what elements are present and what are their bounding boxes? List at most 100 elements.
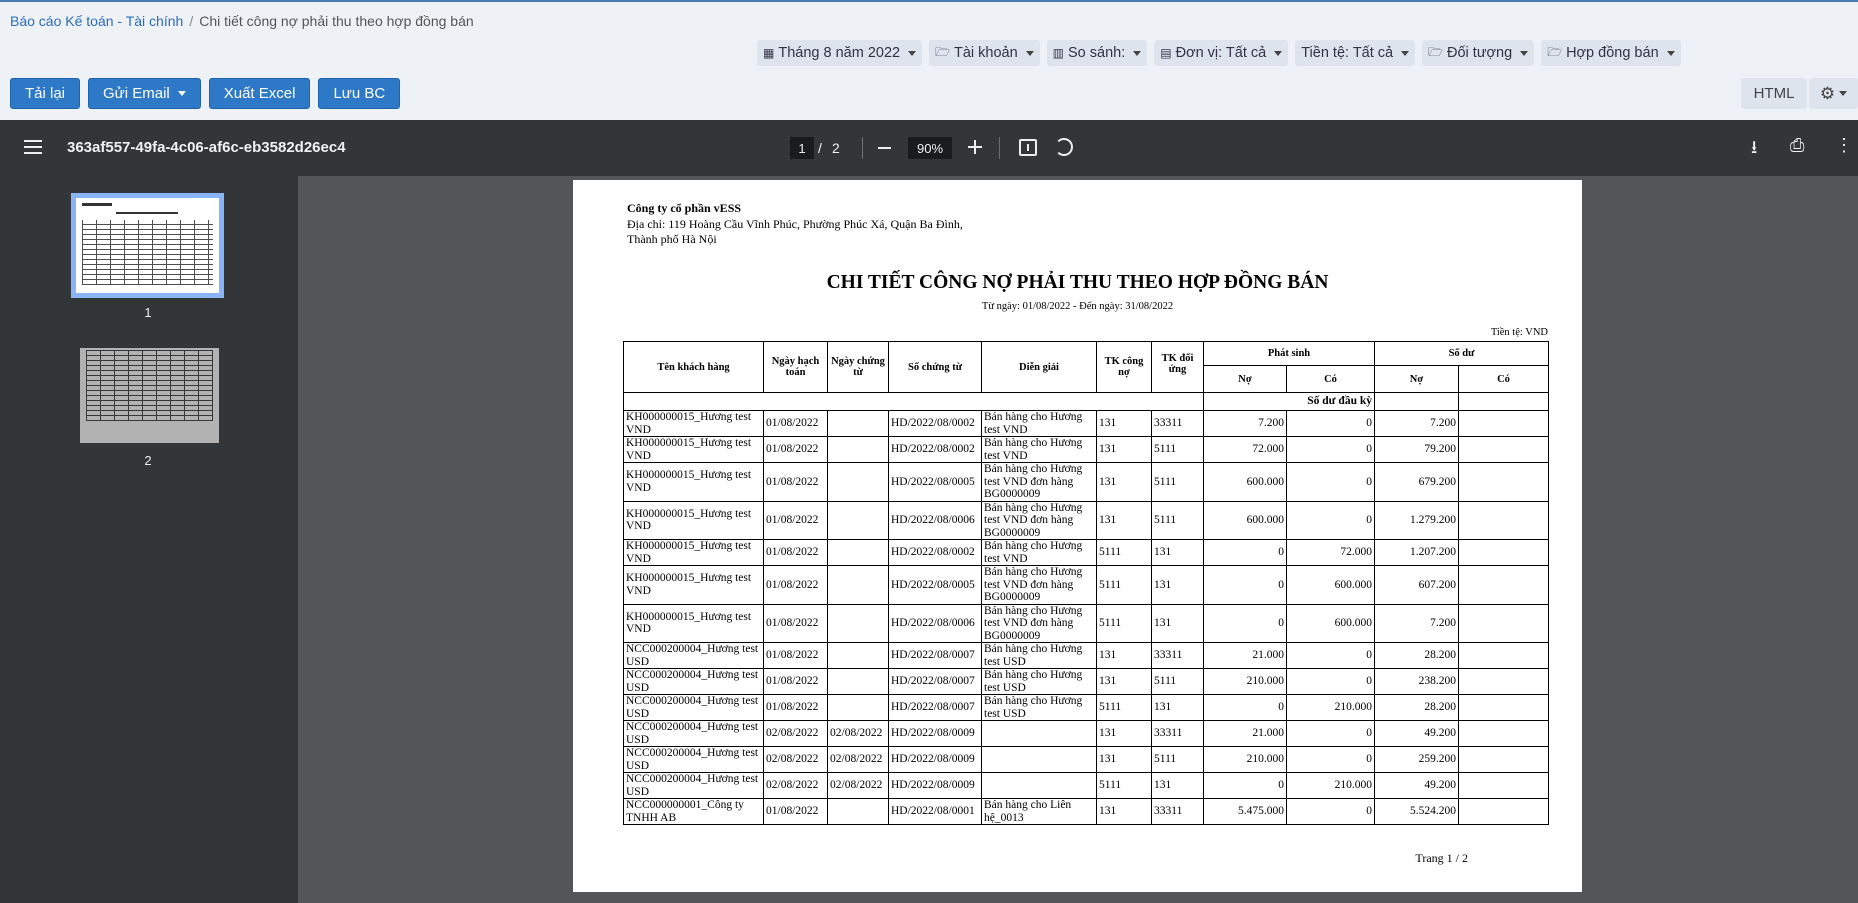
table-row: KH000000015_Hương test VND 01/08/2022 HD/2…	[623, 410, 1550, 437]
table-cell: 72.000	[1203, 436, 1287, 463]
building-icon: ▤	[1160, 46, 1172, 60]
filter-label: Tiền tệ: Tất cả	[1301, 45, 1394, 61]
filter-dropdown[interactable]: ▤ Đơn vị: Tất cả	[1154, 40, 1289, 66]
table-cell	[1457, 668, 1550, 695]
page-thumbnail-1[interactable]	[71, 193, 224, 298]
table-cell: 79.200	[1374, 436, 1459, 463]
table-cell: HD/2022/08/0002	[888, 436, 982, 463]
filter-dropdown[interactable]: 🗁 Đối tượng	[1422, 40, 1535, 66]
table-cell: NCC000200004_Hương test USD	[623, 642, 764, 669]
table-cell: 131	[1096, 462, 1152, 502]
print-icon[interactable]: ⎙	[1790, 135, 1804, 156]
table-cell: Bán hàng cho Hương test VND	[981, 539, 1097, 566]
download-icon[interactable]: ⭳	[1751, 135, 1757, 165]
table-cell	[827, 500, 889, 540]
settings-button[interactable]: ⚙	[1809, 78, 1858, 109]
table-cell	[1457, 500, 1550, 540]
table-cell: 1.279.200	[1374, 500, 1459, 540]
table-cell: 259.200	[1374, 746, 1459, 773]
table-cell: 0	[1203, 539, 1287, 566]
table-cell: 01/08/2022	[763, 500, 828, 540]
zoom-out-icon[interactable]	[878, 147, 891, 149]
table-cell: HD/2022/08/0009	[888, 772, 982, 799]
table-cell: 131	[1096, 668, 1152, 695]
folder-open-icon: 🗁	[1547, 44, 1563, 59]
filter-dropdown[interactable]: Tiền tệ: Tất cả	[1295, 40, 1416, 66]
table-cell: 7.200	[1203, 410, 1287, 437]
table-row: KH000000015_Hương test VND 01/08/2022 HD/2…	[623, 500, 1550, 540]
table-cell: Bán hàng cho Hương test VND đơn hàng BG0…	[981, 603, 1097, 643]
table-cell	[1457, 565, 1550, 605]
table-cell: HD/2022/08/0005	[888, 565, 982, 605]
table-cell: 49.200	[1374, 720, 1459, 747]
page-number-input[interactable]: 1	[790, 137, 814, 159]
table-cell: HD/2022/08/0006	[888, 500, 982, 540]
table-cell: 600.000	[1203, 500, 1287, 540]
page-thumbnail-2[interactable]	[80, 348, 219, 443]
table-cell: Bán hàng cho Hương test USD	[981, 694, 1097, 721]
send-email-button[interactable]: Gửi Email	[88, 78, 201, 109]
table-cell	[827, 436, 889, 463]
filter-dropdown[interactable]: 🗁 Tài khoản	[929, 40, 1040, 66]
table-cell: 210.000	[1286, 772, 1375, 799]
filter-dropdown[interactable]: ▥ So sánh:	[1046, 40, 1148, 66]
chevron-down-icon	[1274, 50, 1283, 56]
zoom-in-icon[interactable]	[968, 139, 984, 155]
rotate-icon[interactable]	[1055, 138, 1073, 156]
export-excel-button[interactable]: Xuất Excel	[208, 78, 311, 109]
opening-balance-credit	[1457, 392, 1550, 411]
company-name: Công ty cổ phần vESS	[627, 201, 742, 215]
table-cell: 131	[1096, 500, 1152, 540]
table-cell: 01/08/2022	[763, 603, 828, 643]
bar-chart-icon: ▥	[1052, 46, 1064, 60]
zoom-level-input[interactable]: 90%	[908, 137, 952, 159]
col-header-counter-account: TK đối ứng	[1151, 341, 1204, 393]
col-header-balance-credit: Có	[1457, 365, 1550, 393]
table-cell: 5111	[1096, 772, 1152, 799]
thumbnail-label: 1	[144, 305, 152, 320]
folder-open-icon: 🗁	[1428, 44, 1444, 59]
filter-dropdown[interactable]: ▦ Tháng 8 năm 2022	[757, 40, 923, 66]
table-cell	[1457, 798, 1550, 825]
chevron-down-icon	[1520, 50, 1529, 56]
thumbnail-title	[116, 212, 178, 214]
table-cell: 01/08/2022	[763, 798, 828, 825]
col-header-debit: Nợ	[1203, 365, 1287, 393]
table-cell: 49.200	[1374, 772, 1459, 799]
table-cell: 0	[1203, 603, 1287, 643]
filter-label: Hợp đồng bán	[1566, 45, 1659, 61]
table-cell: 5111	[1151, 462, 1204, 502]
table-cell: 21.000	[1203, 720, 1287, 747]
report-currency: Tiền tệ: VND	[1490, 327, 1548, 338]
table-cell: 131	[1096, 436, 1152, 463]
fit-page-icon[interactable]	[1019, 139, 1037, 156]
table-cell: 0	[1286, 436, 1375, 463]
table-cell: KH000000015_Hương test VND	[623, 603, 764, 643]
table-cell	[1457, 539, 1550, 566]
table-cell: 01/08/2022	[763, 462, 828, 502]
table-row: KH000000015_Hương test VND 01/08/2022 HD/2…	[623, 436, 1550, 463]
table-cell: 238.200	[1374, 668, 1459, 695]
table-cell: KH000000015_Hương test VND	[623, 462, 764, 502]
col-header-account: TK công nợ	[1096, 341, 1152, 393]
filter-bar: ▦ Tháng 8 năm 2022 🗁 Tài khoản ▥ So sánh: ▤ Đơn…	[757, 40, 1681, 66]
save-report-button[interactable]: Lưu BC	[318, 78, 401, 109]
table-cell: 01/08/2022	[763, 436, 828, 463]
pdf-page: Công ty cổ phần vESS Địa chỉ: 119 Hoàng …	[573, 180, 1582, 892]
table-cell: 5111	[1151, 746, 1204, 773]
table-row: NCC000200004_Hương test USD 02/08/2022 02/…	[623, 746, 1550, 773]
table-cell: NCC000000001_Công ty TNHH AB	[623, 798, 764, 825]
table-cell: 33311	[1151, 410, 1204, 437]
table-row: KH000000015_Hương test VND 01/08/2022 HD/2…	[623, 539, 1550, 566]
page-total: 2	[832, 140, 840, 156]
reload-button[interactable]: Tải lại	[10, 78, 81, 109]
table-cell: 02/08/2022	[763, 746, 828, 773]
breadcrumb-parent-link[interactable]: Báo cáo Kế toán - Tài chính	[10, 13, 183, 29]
table-cell	[827, 798, 889, 825]
action-toolbar: Tải lại Gửi Email Xuất Excel Lưu BC	[10, 78, 401, 109]
filter-dropdown[interactable]: 🗁 Hợp đồng bán	[1541, 40, 1681, 66]
menu-icon[interactable]	[24, 140, 42, 154]
more-options-icon[interactable]: ⋮	[1835, 135, 1853, 156]
chevron-down-icon	[1025, 50, 1034, 56]
html-button[interactable]: HTML	[1741, 78, 1807, 109]
